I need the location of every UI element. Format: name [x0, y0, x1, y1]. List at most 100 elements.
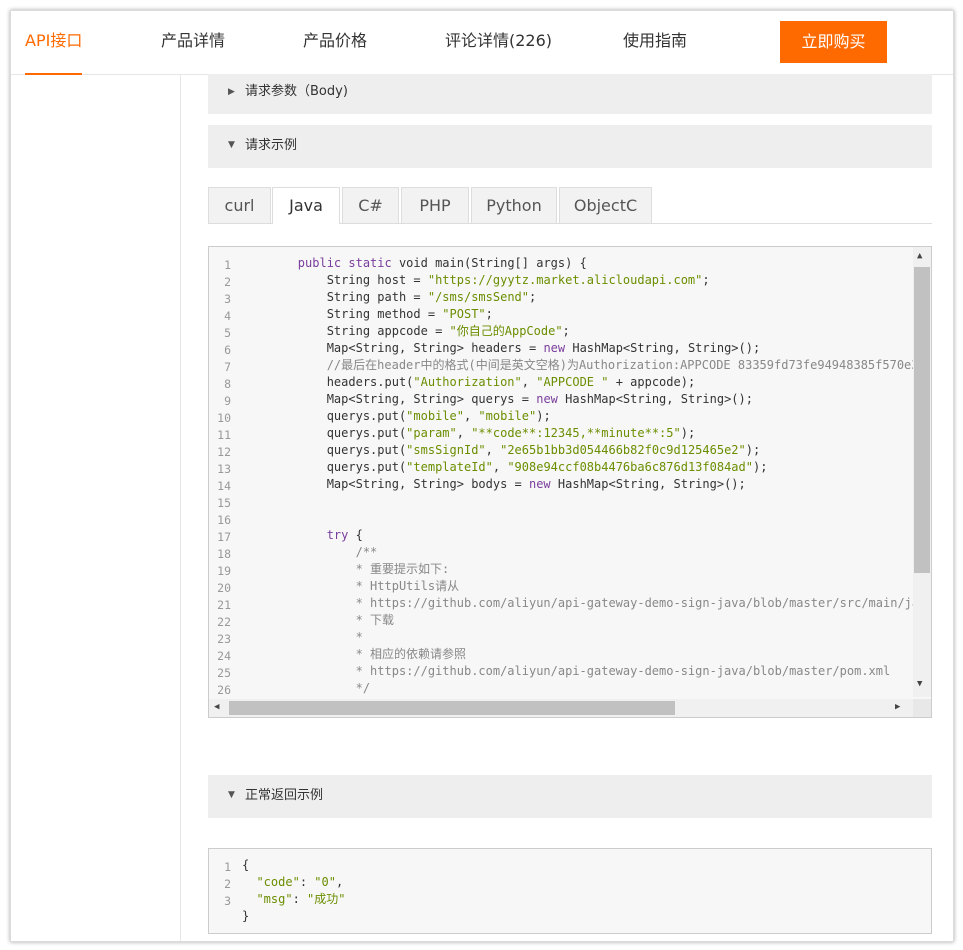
section-label: 正常返回示例: [245, 788, 324, 803]
code-line: "msg": "成功": [242, 891, 345, 908]
code-line: "code": "0",: [242, 874, 345, 891]
line-number: 25: [217, 666, 231, 680]
code-token: "成功": [307, 892, 346, 906]
horizontal-scroll-thumb[interactable]: [229, 701, 675, 715]
response-example-box[interactable]: 1 2 3 { "code": "0", "msg": "成功"}: [208, 848, 932, 934]
top-nav: API接口 产品详情 产品价格 评论详情(226) 使用指南 立即购买: [11, 11, 953, 75]
tab-usage-guide[interactable]: 使用指南: [623, 11, 687, 73]
code-token: "你自己的AppCode": [449, 324, 563, 338]
line-number: 4: [224, 309, 231, 323]
line-number-gutter: 1 2 3: [209, 859, 231, 910]
code-token: HashMap<String, String>();: [565, 341, 761, 355]
line-number: 14: [217, 479, 231, 493]
code-line: String appcode = "你自己的AppCode";: [240, 323, 931, 340]
code-line: * 重要提示如下:: [240, 561, 931, 578]
language-tabs: curl Java C# PHP Python ObjectC: [208, 187, 932, 224]
code-line: * HttpUtils请从: [240, 578, 931, 595]
line-number-gutter: 1 2 3 4 5 6 7 8 9 10 11 12 13 14 15 16 17 18 19 20 21 22 23 24 2…: [209, 257, 231, 699]
horizontal-scrollbar[interactable]: ◀ ▶: [209, 699, 913, 717]
code-token: */: [240, 681, 371, 695]
code-token: "**code**:12345,**minute**:5": [471, 426, 681, 440]
buy-now-button[interactable]: 立即购买: [780, 21, 887, 63]
section-normal-response[interactable]: ▼ 正常返回示例: [208, 775, 932, 818]
tab-php[interactable]: PHP: [401, 187, 469, 223]
code-token: Map<String, String> querys =: [240, 392, 537, 406]
code-token: "smsSignId": [406, 443, 486, 457]
tab-curl[interactable]: curl: [208, 187, 271, 223]
code-line: public static void main(String[] args) {: [240, 255, 931, 272]
tab-csharp[interactable]: C#: [342, 187, 399, 223]
code-line: * https://github.com/aliyun/api-gateway-…: [240, 595, 932, 612]
code-line: }: [242, 908, 345, 925]
code-line: Map<String, String> bodys = new HashMap<…: [240, 476, 931, 493]
tab-product-price[interactable]: 产品价格: [303, 11, 367, 73]
code-token: Map<String, String> headers =: [240, 341, 544, 355]
caret-down-icon: ▼: [228, 790, 235, 800]
scroll-left-icon[interactable]: ◀: [214, 702, 219, 712]
code-token: querys.put(: [240, 426, 407, 440]
code-token: Map<String, String> bodys =: [240, 477, 529, 491]
code-token: HashMap<String, String>();: [557, 392, 753, 406]
code-line: String host = "https://gyytz.market.alic…: [240, 272, 931, 289]
code-line: String method = "POST";: [240, 306, 931, 323]
code-token: * https://github.com/aliyun/api-gateway-…: [240, 664, 891, 678]
code-token: //最后在header中的格式(中间是英文空格)为Authorization:A…: [240, 358, 932, 372]
section-request-example[interactable]: ▼ 请求示例: [208, 125, 932, 168]
code-line: * 下载: [240, 612, 931, 629]
line-number: 23: [217, 632, 231, 646]
code-line: String path = "/sms/smsSend";: [240, 289, 931, 306]
scroll-up-icon[interactable]: ▲: [917, 251, 922, 261]
tab-java[interactable]: Java: [272, 187, 340, 224]
scroll-down-icon[interactable]: ▼: [917, 679, 922, 689]
line-number: 12: [217, 445, 231, 459]
vertical-scrollbar[interactable]: ▲ ▼: [913, 247, 931, 697]
code-token: headers.put(: [240, 375, 414, 389]
line-number: 2: [224, 877, 231, 891]
code-token: );: [745, 443, 761, 457]
line-number: 2: [224, 275, 231, 289]
code-token: "https://gyytz.market.alicloudapi.com": [427, 273, 703, 287]
vertical-scroll-thumb[interactable]: [914, 267, 930, 573]
code-token: ,: [492, 460, 508, 474]
code-line: querys.put("param", "**code**:12345,**mi…: [240, 425, 931, 442]
code-token: "mobile": [478, 409, 537, 423]
code-line: Map<String, String> headers = new HashMa…: [240, 340, 931, 357]
line-number: 19: [217, 564, 231, 578]
code-token: public static: [297, 256, 399, 270]
section-body-params[interactable]: ▶ 请求参数（Body): [208, 74, 932, 114]
tab-product-details[interactable]: 产品详情: [161, 11, 225, 73]
code-token: ,: [521, 375, 537, 389]
tab-objectc[interactable]: ObjectC: [559, 187, 652, 223]
code-token: ;: [562, 324, 570, 338]
code-token: querys.put(: [240, 409, 407, 423]
page-frame: API接口 产品详情 产品价格 评论详情(226) 使用指南 立即购买 ▶ 请求…: [10, 10, 954, 942]
code-token: "msg": [256, 892, 293, 906]
code-token: "Authorization": [413, 375, 522, 389]
code-token: );: [536, 409, 551, 423]
line-number: 8: [224, 377, 231, 391]
left-sidebar-divider: [180, 75, 181, 941]
code-line: * https://github.com/aliyun/api-gateway-…: [240, 663, 931, 680]
code-token: );: [752, 460, 768, 474]
line-number: 1: [224, 860, 231, 874]
tab-python[interactable]: Python: [471, 187, 557, 223]
tab-api[interactable]: API接口: [25, 11, 83, 75]
code-token: * https://github.com/aliyun/api-gateway-…: [355, 596, 932, 610]
code-token: ,: [456, 426, 472, 440]
scroll-right-icon[interactable]: ▶: [895, 702, 900, 712]
code-token: "2e65b1bb3d054466b82f0c9d125465e2": [500, 443, 746, 457]
code-line: querys.put("smsSignId", "2e65b1bb3d05446…: [240, 442, 931, 459]
caret-down-icon: ▼: [228, 140, 235, 150]
code-example-box[interactable]: 1 2 3 4 5 6 7 8 9 10 11 12 13 14 15 16 17 18 19 20 21 22 23 24 2…: [208, 246, 932, 718]
code-line: //最后在header中的格式(中间是英文空格)为Authorization:A…: [240, 357, 932, 374]
code-token: "0": [314, 875, 336, 889]
tab-reviews[interactable]: 评论详情(226): [445, 11, 552, 73]
code-line: /**: [240, 544, 931, 561]
code-line: {: [242, 857, 345, 874]
code-token: * HttpUtils请从: [240, 579, 460, 593]
